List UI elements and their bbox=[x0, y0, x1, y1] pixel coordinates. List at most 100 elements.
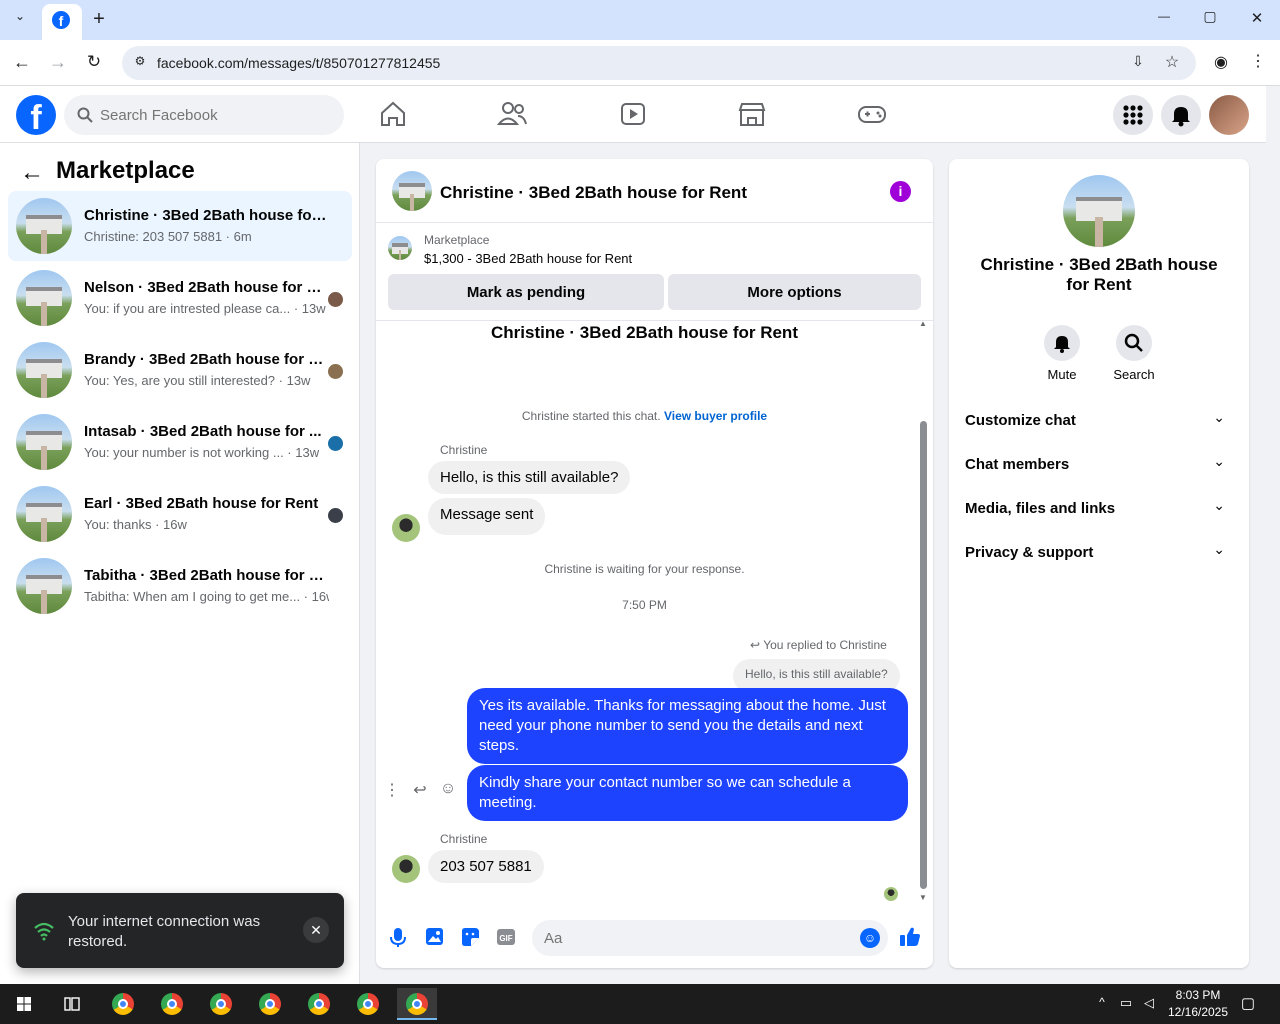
message-input[interactable] bbox=[544, 920, 844, 956]
media-files-links-row[interactable]: Media, files and links ⌄ bbox=[965, 491, 1233, 527]
mark-as-pending-button[interactable]: Mark as pending bbox=[388, 274, 664, 310]
chat-header: Christine · 3Bed 2Bath house for Rent i bbox=[376, 159, 933, 223]
sender-avatar[interactable] bbox=[392, 855, 420, 883]
conversation-item[interactable]: Christine · 3Bed 2Bath house for R... Ch… bbox=[8, 191, 352, 261]
message-input-box[interactable]: ☺ bbox=[532, 920, 888, 956]
mute-button[interactable]: Mute bbox=[1032, 325, 1092, 382]
chrome-taskbar-icon[interactable] bbox=[250, 988, 290, 1020]
marketplace-listing-bar: Marketplace $1,300 - 3Bed 2Bath house fo… bbox=[376, 223, 933, 321]
close-window-button[interactable]: ✕ bbox=[1245, 9, 1269, 27]
react-emoji-icon[interactable]: ☺ bbox=[438, 780, 458, 798]
conversation-item[interactable]: Brandy · 3Bed 2Bath house for R... You: … bbox=[8, 335, 352, 405]
marketplace-nav-icon[interactable] bbox=[712, 94, 792, 134]
chrome-taskbar-icon[interactable] bbox=[348, 988, 388, 1020]
scroll-up-icon[interactable]: ▲ bbox=[918, 319, 928, 328]
svg-text:GIF: GIF bbox=[499, 934, 512, 943]
page-scrollbar[interactable] bbox=[1266, 86, 1280, 984]
new-tab-button[interactable]: + bbox=[88, 8, 110, 30]
conversation-item[interactable]: Tabitha · 3Bed 2Bath house for Rent Tabi… bbox=[8, 551, 352, 621]
reply-indicator: ↩ You replied to Christine bbox=[750, 638, 887, 652]
listing-price-title[interactable]: $1,300 - 3Bed 2Bath house for Rent bbox=[424, 251, 632, 266]
notifications-button[interactable] bbox=[1161, 95, 1201, 135]
incoming-message[interactable]: Hello, is this still available? bbox=[428, 461, 631, 494]
like-thumb-icon[interactable] bbox=[898, 925, 922, 949]
conversation-snippet: Tabitha: When am I going to get me... · … bbox=[84, 589, 329, 604]
conversation-item[interactable]: Earl · 3Bed 2Bath house for Rent You: th… bbox=[8, 479, 352, 549]
conversation-item[interactable]: Nelson · 3Bed 2Bath house for R... You: … bbox=[8, 263, 352, 333]
chevron-down-icon: ⌄ bbox=[1213, 497, 1225, 513]
photo-icon[interactable] bbox=[422, 925, 446, 949]
kebab-menu-icon[interactable]: ⋮ bbox=[1248, 51, 1268, 71]
incoming-message[interactable]: 203 507 5881 bbox=[428, 850, 544, 883]
taskbar-clock[interactable]: 8:03 PM 12/16/2025 bbox=[1160, 987, 1236, 1021]
more-options-button[interactable]: More options bbox=[668, 274, 921, 310]
forward-icon[interactable]: → bbox=[48, 52, 68, 73]
task-view-icon[interactable] bbox=[52, 988, 92, 1020]
chrome-taskbar-icon[interactable] bbox=[103, 988, 143, 1020]
scroll-thumb[interactable] bbox=[920, 421, 927, 889]
omnibox[interactable]: ⚙ facebook.com/messages/t/85070127781245… bbox=[122, 46, 1196, 80]
bookmark-star-icon[interactable]: ☆ bbox=[1162, 52, 1182, 72]
microphone-icon[interactable] bbox=[386, 925, 410, 949]
customize-chat-row[interactable]: Customize chat ⌄ bbox=[965, 403, 1233, 439]
tab-search-button[interactable]: ⌄ bbox=[10, 9, 30, 29]
reload-icon[interactable]: ↻ bbox=[84, 52, 104, 72]
chat-members-row[interactable]: Chat members ⌄ bbox=[965, 447, 1233, 483]
outgoing-message[interactable]: Yes its available. Thanks for messaging … bbox=[467, 688, 908, 764]
minimize-button[interactable]: — bbox=[1152, 9, 1176, 23]
search-input[interactable] bbox=[100, 95, 330, 135]
chat-scrollbar[interactable]: ▲ ▼ bbox=[917, 319, 929, 905]
message-thread: Christine · 3Bed 2Bath house for Rent Ch… bbox=[376, 321, 933, 901]
back-arrow-icon[interactable]: ← bbox=[20, 159, 44, 187]
outgoing-message[interactable]: Kindly share your contact number so we c… bbox=[467, 765, 908, 821]
chrome-taskbar-icon[interactable] bbox=[201, 988, 241, 1020]
search-box[interactable] bbox=[64, 95, 344, 135]
emoji-icon[interactable]: ☺ bbox=[860, 928, 880, 948]
account-avatar[interactable] bbox=[1209, 95, 1249, 135]
marketplace-label: Marketplace bbox=[424, 233, 490, 247]
chevron-down-icon: ⌄ bbox=[1213, 409, 1225, 425]
sender-avatar[interactable] bbox=[392, 514, 420, 542]
back-icon[interactable]: ← bbox=[12, 52, 32, 73]
view-buyer-profile-link[interactable]: View buyer profile bbox=[664, 409, 767, 423]
chat-thumbnail[interactable] bbox=[392, 171, 432, 211]
search-in-chat-button[interactable]: Search bbox=[1104, 325, 1164, 382]
chrome-taskbar-icon-active[interactable] bbox=[397, 988, 437, 1020]
install-app-icon[interactable]: ⇩ bbox=[1128, 53, 1148, 70]
chat-title[interactable]: Christine · 3Bed 2Bath house for Rent bbox=[440, 183, 747, 203]
profile-icon[interactable]: ◉ bbox=[1211, 52, 1231, 72]
conversation-item[interactable]: Intasab · 3Bed 2Bath house for ... You: … bbox=[8, 407, 352, 477]
site-settings-icon[interactable]: ⚙ bbox=[132, 54, 148, 68]
message-more-icon[interactable]: ⋮ bbox=[382, 780, 402, 800]
friends-nav-icon[interactable] bbox=[473, 94, 553, 134]
gaming-nav-icon[interactable] bbox=[832, 94, 912, 134]
listing-thumbnail[interactable] bbox=[1063, 175, 1135, 247]
chat-info-name: Christine · 3Bed 2Bath house for Rent bbox=[980, 255, 1218, 294]
home-nav-icon[interactable] bbox=[353, 94, 433, 134]
facebook-logo[interactable]: f bbox=[16, 95, 56, 137]
privacy-support-row[interactable]: Privacy & support ⌄ bbox=[965, 535, 1233, 571]
volume-icon[interactable]: ◁ bbox=[1140, 995, 1158, 1011]
tray-chevron-icon[interactable]: ^ bbox=[1094, 995, 1110, 1009]
reply-action-icon[interactable]: ↩ bbox=[410, 780, 430, 800]
chrome-taskbar-icon[interactable] bbox=[299, 988, 339, 1020]
maximize-button[interactable]: ▢ bbox=[1198, 8, 1222, 25]
network-icon[interactable]: ▭ bbox=[1117, 995, 1135, 1011]
sticker-icon[interactable] bbox=[458, 925, 482, 949]
read-receipt-avatar bbox=[328, 292, 343, 307]
video-nav-icon[interactable] bbox=[593, 94, 673, 134]
info-icon[interactable]: i bbox=[890, 181, 911, 202]
listing-thumbnail bbox=[16, 198, 72, 254]
incoming-message[interactable]: Message sent bbox=[428, 498, 546, 535]
row-label: Chat members bbox=[965, 456, 1070, 473]
notification-center-icon[interactable]: ▢ bbox=[1238, 994, 1258, 1012]
chevron-down-icon: ⌄ bbox=[1213, 541, 1225, 557]
gif-icon[interactable]: GIF bbox=[494, 925, 518, 949]
close-icon[interactable]: ✕ bbox=[303, 917, 329, 943]
menu-grid-button[interactable] bbox=[1113, 95, 1153, 135]
url-text[interactable]: facebook.com/messages/t/850701277812455 bbox=[157, 55, 440, 71]
scroll-down-icon[interactable]: ▼ bbox=[918, 893, 928, 902]
chrome-taskbar-icon[interactable] bbox=[152, 988, 192, 1020]
windows-start-icon[interactable] bbox=[4, 988, 44, 1020]
browser-tab-facebook[interactable]: f bbox=[42, 4, 82, 40]
